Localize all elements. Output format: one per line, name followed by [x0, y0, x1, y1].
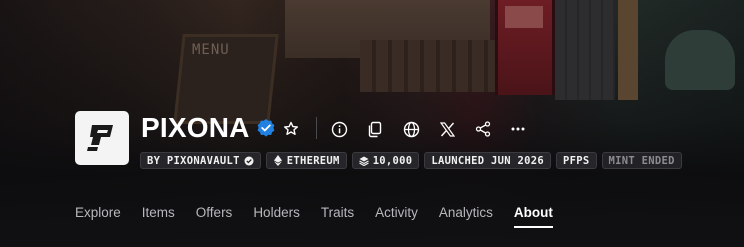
launched-tag: LAUNCHED JUN 2026 [424, 152, 551, 169]
chain-label: ETHEREUM [286, 154, 340, 167]
supply-label: 10,000 [372, 154, 413, 167]
favorite-button[interactable] [279, 117, 303, 141]
banner-pole [618, 0, 638, 100]
tab-offers[interactable]: Offers [196, 204, 233, 230]
verified-badge-icon [256, 118, 276, 138]
copy-button[interactable] [363, 117, 387, 141]
website-button[interactable] [399, 117, 423, 141]
creator-label: BY PIXONAVAULT [147, 154, 240, 167]
collection-tags: BY PIXONAVAULT ETHEREUM 10,000 LAUNCHED … [140, 152, 682, 169]
tab-activity[interactable]: Activity [375, 204, 418, 230]
category-label: PFPS [563, 154, 590, 167]
collection-name: PIXONA [141, 112, 250, 143]
star-icon [284, 121, 298, 135]
tab-about[interactable]: About [513, 204, 553, 230]
chain-tag[interactable]: ETHEREUM [265, 152, 347, 169]
mint-status-tag: MINT ENDED [601, 152, 682, 169]
more-horizontal-icon [511, 127, 525, 131]
tab-items[interactable]: Items [142, 204, 175, 230]
copy-icon [368, 121, 382, 137]
creator-tag[interactable]: BY PIXONAVAULT [140, 152, 261, 169]
collection-tabs: Explore Items Offers Holders Traits Acti… [75, 204, 574, 230]
mint-status-label: MINT ENDED [608, 154, 675, 167]
banner-menu-text: MENU [192, 42, 230, 58]
category-tag[interactable]: PFPS [556, 152, 597, 169]
x-logo-icon [439, 121, 455, 137]
info-icon [331, 121, 347, 137]
banner-wall [555, 0, 615, 100]
pixona-p-logo-icon [87, 125, 113, 151]
share-icon [475, 121, 491, 137]
globe-icon [403, 121, 419, 137]
action-divider [316, 117, 317, 139]
collection-logo[interactable] [75, 111, 129, 165]
tab-holders[interactable]: Holders [253, 204, 300, 230]
collection-title-row: PIXONA [141, 113, 276, 143]
layers-icon [358, 156, 369, 166]
ethereum-icon [273, 155, 283, 166]
tab-explore[interactable]: Explore [75, 204, 121, 230]
launched-label: LAUNCHED JUN 2026 [431, 154, 544, 167]
banner-scooter [665, 30, 735, 90]
share-button[interactable] [471, 117, 495, 141]
x-social-button[interactable] [435, 117, 459, 141]
banner-shelf [360, 40, 495, 92]
verified-check-icon [244, 156, 254, 166]
supply-tag[interactable]: 10,000 [351, 152, 420, 169]
tab-traits[interactable]: Traits [321, 204, 354, 230]
banner-vending-window [505, 6, 543, 28]
info-button[interactable] [327, 117, 351, 141]
tab-analytics[interactable]: Analytics [439, 204, 493, 230]
more-button[interactable] [506, 117, 530, 141]
